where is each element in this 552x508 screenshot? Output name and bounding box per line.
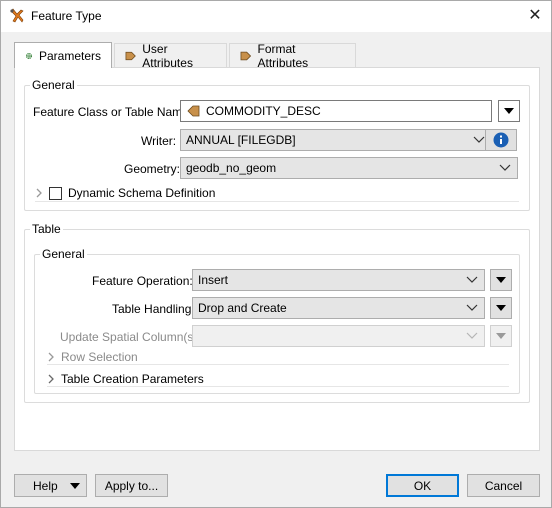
cancel-label: Cancel <box>484 478 523 493</box>
tab-label: User Attributes <box>142 42 193 70</box>
triangle-down-icon <box>496 305 506 311</box>
table-handling-menu-button[interactable] <box>490 297 512 319</box>
update-spatial-menu-button <box>490 325 512 347</box>
writer-info-button[interactable] <box>485 129 517 151</box>
feature-type-arrow-icon <box>187 105 200 117</box>
gear-icon <box>25 52 33 59</box>
title-bar: Feature Type ✕ <box>1 1 551 32</box>
dynamic-schema-row: Dynamic Schema Definition <box>35 186 215 200</box>
dynamic-schema-checkbox[interactable] <box>49 186 62 200</box>
table-handling-label: Table Handling: <box>112 302 195 316</box>
arrow-right-icon <box>240 51 252 61</box>
feature-class-value: COMMODITY_DESC <box>206 104 321 118</box>
feature-operation-select[interactable]: Insert <box>192 269 485 291</box>
fme-tool-icon <box>10 8 24 23</box>
dynamic-schema-label: Dynamic Schema Definition <box>68 186 216 200</box>
ok-button[interactable]: OK <box>386 474 459 497</box>
chevron-down-icon <box>473 136 485 143</box>
geometry-value: geodb_no_geom <box>186 161 277 175</box>
geometry-select[interactable]: geodb_no_geom <box>180 157 518 179</box>
feature-operation-menu-button[interactable] <box>490 269 512 291</box>
arrow-right-icon <box>125 51 136 61</box>
divider <box>47 386 509 387</box>
ok-label: OK <box>413 478 432 493</box>
table-group-title: Table <box>30 222 63 236</box>
apply-to-button[interactable]: Apply to... <box>95 474 168 497</box>
chevron-down-icon <box>466 304 478 311</box>
table-creation-row[interactable]: Table Creation Parameters <box>47 372 204 386</box>
feature-class-input[interactable]: COMMODITY_DESC <box>180 100 492 122</box>
chevron-right-icon <box>48 352 54 362</box>
help-button[interactable]: Help <box>14 474 87 497</box>
tab-parameters[interactable]: Parameters <box>14 42 112 68</box>
update-spatial-label: Update Spatial Column(s): <box>60 330 201 344</box>
info-icon <box>493 132 509 148</box>
table-creation-label: Table Creation Parameters <box>61 372 204 386</box>
cancel-button[interactable]: Cancel <box>467 474 540 497</box>
tab-user-attributes[interactable]: User Attributes <box>114 42 227 70</box>
triangle-down-icon <box>504 108 514 114</box>
close-icon[interactable]: ✕ <box>523 5 547 27</box>
triangle-down-icon <box>496 277 506 283</box>
writer-label: Writer: <box>141 134 177 148</box>
table-handling-select[interactable]: Drop and Create <box>192 297 485 319</box>
chevron-right-icon[interactable] <box>35 188 43 198</box>
general-group-title: General <box>30 78 77 92</box>
feature-operation-value: Insert <box>198 273 229 287</box>
writer-value: ANNUAL [FILEGDB] <box>186 133 296 147</box>
help-label: Help <box>33 478 58 493</box>
chevron-down-icon <box>466 276 478 283</box>
apply-to-label: Apply to... <box>104 478 159 493</box>
window-title: Feature Type <box>31 9 102 23</box>
chevron-right-icon[interactable] <box>47 374 55 384</box>
divider <box>35 201 519 202</box>
feature-operation-label: Feature Operation: <box>92 274 193 288</box>
row-selection-label: Row Selection <box>61 350 138 364</box>
chevron-down-icon <box>499 164 511 171</box>
writer-select[interactable]: ANNUAL [FILEGDB] <box>180 129 492 151</box>
parameters-panel: General Feature Class or Table Name: COM… <box>14 67 540 451</box>
table-handling-value: Drop and Create <box>198 301 287 315</box>
divider <box>47 364 509 365</box>
triangle-down-icon <box>496 333 506 339</box>
row-selection-row: Row Selection <box>47 350 138 364</box>
feature-class-menu-button[interactable] <box>498 100 520 122</box>
table-general-title: General <box>40 247 87 261</box>
feature-class-label: Feature Class or Table Name: <box>33 105 193 119</box>
chevron-down-icon <box>466 332 478 339</box>
update-spatial-select <box>192 325 485 347</box>
triangle-down-icon[interactable] <box>70 483 80 489</box>
feature-type-dialog: Feature Type ✕ Parameters User Attribute… <box>0 0 552 508</box>
tab-format-attributes[interactable]: Format Attributes <box>229 42 356 70</box>
tab-label: Format Attributes <box>257 42 309 70</box>
tab-label: Parameters <box>38 48 101 63</box>
geometry-label: Geometry: <box>124 162 181 176</box>
